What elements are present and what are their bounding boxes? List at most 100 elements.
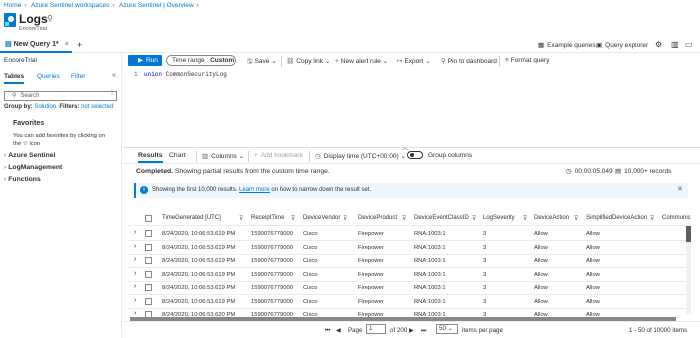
tab-filter[interactable]: Filter [71,73,85,80]
info-icon: i [140,186,148,194]
column-header[interactable]: DeviceEventClassID [414,215,469,221]
export-icon: ↦ [397,58,403,65]
breadcrumb-home[interactable]: Home [4,2,21,9]
chevron-down-icon: ⌄ [382,58,389,65]
expand-row-icon[interactable]: › [134,243,136,250]
search-placeholder: Search [20,93,40,99]
row-checkbox[interactable] [145,270,152,278]
tab-queries[interactable]: Queries [37,73,60,80]
close-icon[interactable]: ✕ [677,185,683,193]
tablet-icon[interactable]: ▭ [685,40,693,49]
table-cell: 1590076779000 [251,298,293,305]
filter-icon[interactable]: ⊽ [402,215,406,222]
page-number-input[interactable]: 1 [366,324,386,334]
example-queries-button[interactable]: ▦ Example queries [538,41,596,49]
export-label: Export [404,58,424,65]
plus-icon: + [254,152,258,159]
filter-icon[interactable]: ⊽ [523,215,527,222]
table-cell: 8/24/2020, 10:06:53.619 PM [162,298,236,305]
query-explorer-button[interactable]: ▣ Query explorer [596,41,648,49]
filter-icon[interactable]: ⊽ [574,215,578,222]
expand-row-icon[interactable]: › [134,256,136,263]
page-size-select[interactable]: 50 ⌄ [436,324,458,334]
filter-icon[interactable]: ⊽ [239,215,243,222]
format-query-button[interactable]: ≡ Format query [505,57,549,64]
expand-row-icon[interactable]: › [134,229,136,236]
gear-icon[interactable]: ⚙ [655,40,662,49]
filters-value[interactable]: not selected [81,104,113,110]
row-checkbox[interactable] [145,284,152,291]
collapse-pane-icon[interactable]: « [112,72,116,79]
column-header[interactable]: DeviceAction [534,215,569,221]
row-checkbox[interactable] [145,230,152,237]
column-header[interactable]: LogSeverity [483,215,515,221]
columns-icon: ▥ [202,153,209,160]
row-checkbox[interactable] [145,243,152,251]
column-header[interactable]: TimeGenerated [UTC] [162,215,221,221]
collapse-editor-icon[interactable]: ︿ [402,143,408,152]
row-checkbox[interactable] [145,297,152,305]
column-header[interactable]: SimplifiedDeviceAction [586,215,647,221]
status-bold: Completed. [136,168,174,175]
search-input[interactable]: ⚲ Search [4,91,117,101]
book-icon[interactable]: ▥ [671,40,679,49]
breadcrumb-workspaces[interactable]: Azure Sentinel workspaces [31,2,109,9]
new-alert-rule-button[interactable]: + New alert rule ⌄ [335,57,388,65]
link-icon: ⛓ [286,58,295,65]
select-all-checkbox[interactable] [145,215,152,222]
filter-settings-icon[interactable]: ⁞ [111,90,113,97]
pin-label: Pin to dashboard [447,58,497,65]
tree-item-functions[interactable]: › Functions [4,176,41,183]
add-bookmark-button[interactable]: + Add bookmark [254,152,303,159]
tab-chart[interactable]: Chart [169,152,186,159]
query-editor[interactable] [123,68,700,138]
prev-page-button[interactable]: ◀ [336,327,341,334]
last-page-button[interactable]: ⏭ [421,327,427,335]
first-page-button[interactable]: ⏮ [325,327,331,335]
favorites-title: Favorites [13,120,45,127]
scope-name[interactable]: EncoreTrial [4,57,37,64]
column-header[interactable]: DeviceProduct [358,215,397,221]
expand-row-icon[interactable]: › [134,310,136,317]
copy-link-button[interactable]: ⛓ Copy link ⌄ [286,57,330,65]
column-header[interactable]: Communic [662,215,691,221]
filter-icon[interactable]: ⊽ [650,215,654,222]
expand-row-icon[interactable]: › [134,283,136,290]
new-tab-button[interactable]: + [77,40,82,50]
time-range-button[interactable]: Time range : Custom [166,55,236,66]
query-icon: ▤ [5,41,12,48]
group-columns-toggle[interactable] [407,151,423,159]
add-bookmark-label: Add bookmark [260,152,303,159]
tab-tables[interactable]: Tables [4,73,25,84]
tree-item-azure-sentinel[interactable]: › Azure Sentinel [4,152,55,159]
group-by-value[interactable]: Solution [34,104,56,110]
filter-icon[interactable]: ⊽ [472,215,476,222]
tab-new-query-1[interactable]: ▤ New Query 1* × [0,39,72,53]
filter-icon[interactable]: ⊽ [291,215,295,222]
column-header[interactable]: ReceiptTime [251,215,284,221]
table-cell: Allow [586,244,600,251]
close-tab-icon[interactable]: × [65,41,69,48]
pane-splitter[interactable] [123,147,700,148]
format-label: Format query [510,57,550,64]
tab-results[interactable]: Results [138,152,163,163]
expand-row-icon[interactable]: › [134,297,136,304]
pin-icon[interactable]: ⚲ [47,14,53,23]
columns-button[interactable]: ▥ Columns ⌄ [202,152,244,160]
next-page-button[interactable]: ▶ [409,327,414,334]
expand-row-icon[interactable]: › [134,270,136,277]
learn-more-link[interactable]: Learn more [239,187,270,193]
export-button[interactable]: ↦ Export ⌄ [397,57,431,65]
save-button[interactable]: 🖫 Save ⌄ [247,57,277,68]
column-header[interactable]: DeviceVendor [303,215,340,221]
pin-to-dashboard-button[interactable]: ⚲ Pin to dashboard [441,57,497,65]
breadcrumb-overview[interactable]: Azure Sentinel | Overview [119,2,194,9]
table-cell: Allow [534,298,548,305]
tree-item-logmanagement[interactable]: › LogManagement [4,164,62,171]
query-text[interactable]: union CommonSecurityLog [144,71,227,78]
vertical-scrollbar-thumb[interactable] [686,226,691,242]
run-button[interactable]: ▶ Run [128,55,162,66]
filter-icon[interactable]: ⊽ [343,215,347,222]
display-time-button[interactable]: ◷ Display time (UTC+00:00) ⌄ [315,152,406,160]
row-checkbox[interactable] [145,257,152,264]
